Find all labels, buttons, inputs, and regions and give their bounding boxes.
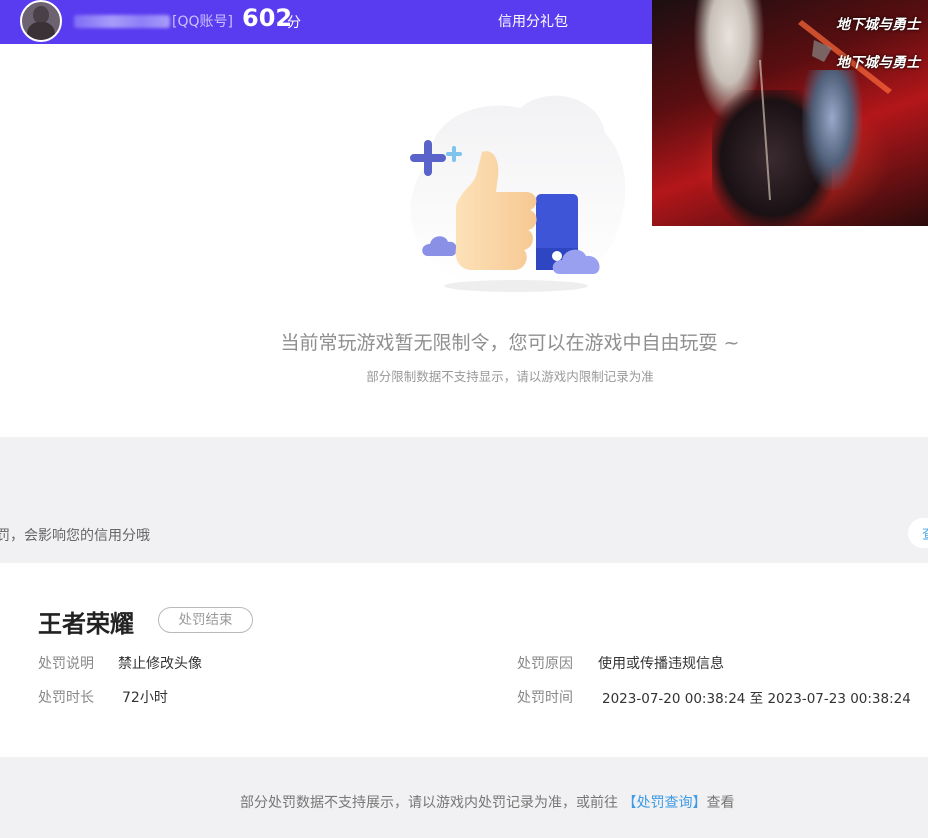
footer-suffix: 查看 [706,795,735,811]
penalty-time-label: 处罚时间 [517,690,573,706]
credit-score-unit: 分 [287,15,301,31]
penalty-reason-label: 处罚原因 [517,656,573,672]
notice-text: 罚，会影响您的信用分哦 [0,528,150,544]
penalty-query-link[interactable]: 【处罚查询】 [622,795,706,811]
avatar-body [27,22,55,40]
game-name: 王者荣耀 [38,610,134,638]
penalty-duration-label: 处罚时长 [38,690,94,706]
notice-query-button-label: 查 [922,524,928,544]
masked-account-name [74,14,170,28]
footer-prefix: 部分处罚数据不支持展示，请以游戏内处罚记录为准，或前往 [240,795,623,811]
ad-logo-2: 地下城与勇士 [836,55,920,71]
penalty-reason-value: 使用或传播违规信息 [598,656,724,672]
status-badge: 处罚结束 [158,607,253,633]
penalty-duration-value: 72小时 [122,690,168,706]
penalty-time-value: 2023-07-20 00:38:24 至 2023-07-23 00:38:2… [602,691,911,707]
game-ad-banner[interactable]: 地下城与勇士 地下城与勇士 [652,0,928,226]
empty-state-title: 当前常玩游戏暂无限制令，您可以在游戏中自由玩耍 ~ [280,332,740,354]
credit-gift-link[interactable]: 信用分礼包 [498,11,568,31]
credit-score: 602 [242,4,293,32]
empty-state-subtitle: 部分限制数据不支持显示，请以游戏内限制记录为准 [366,369,654,384]
avatar[interactable] [20,0,62,42]
ad-logo-1: 地下城与勇士 [836,17,920,33]
penalty-desc-label: 处罚说明 [38,656,94,672]
penalty-desc-value: 禁止修改头像 [118,656,202,672]
account-tag: [QQ账号] [172,14,233,30]
thumbs-up-illustration [410,95,626,292]
footer-note: 部分处罚数据不支持展示，请以游戏内处罚记录为准，或前往 【处罚查询】查看 [240,792,734,812]
account-info: [QQ账号] [74,11,233,31]
